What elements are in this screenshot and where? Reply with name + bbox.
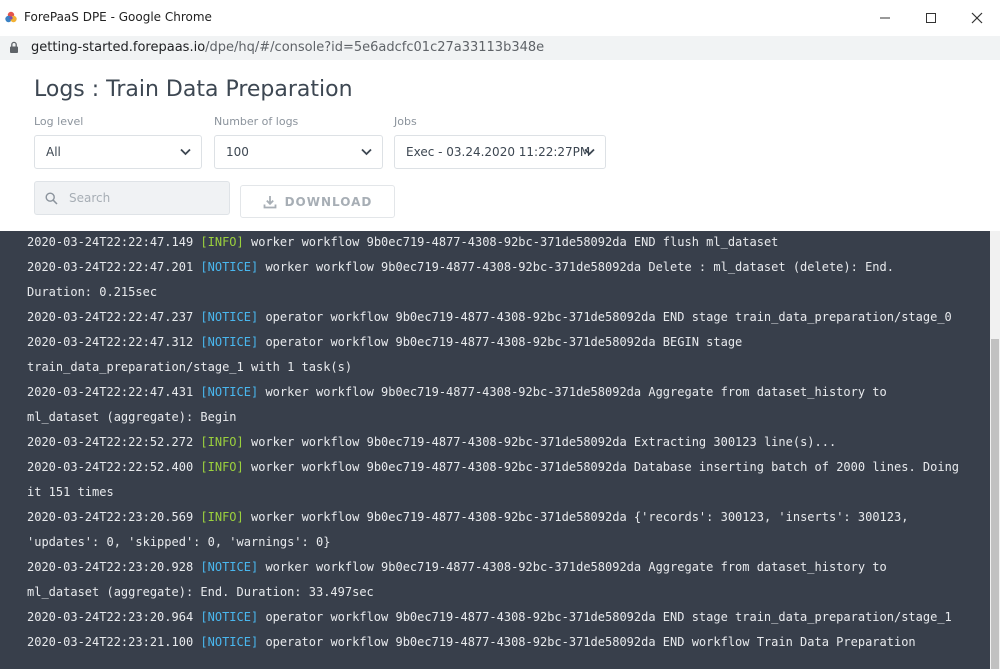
log-entry: 2020-03-24T22:23:20.569 [INFO] worker wo… <box>27 505 967 530</box>
window-title: ForePaaS DPE - Google Chrome <box>24 10 212 24</box>
download-icon <box>263 195 276 208</box>
log-message: worker workflow 9b0ec719-4877-4308-92bc-… <box>251 510 909 524</box>
log-level-select[interactable]: All <box>34 135 202 169</box>
maximize-icon <box>926 13 936 23</box>
number-of-logs-label: Number of logs <box>214 115 299 128</box>
log-entry: 2020-03-24T22:23:20.928 [NOTICE] worker … <box>27 555 967 580</box>
log-message: operator workflow 9b0ec719-4877-4308-92b… <box>265 635 916 649</box>
log-timestamp: 2020-03-24T22:22:47.312 <box>27 335 194 349</box>
log-level-tag: [NOTICE] <box>200 560 259 574</box>
log-timestamp: 2020-03-24T22:23:20.569 <box>27 510 194 524</box>
page-title: Logs : Train Data Preparation <box>34 77 353 102</box>
log-entry: 2020-03-24T22:22:47.312 [NOTICE] operato… <box>27 330 967 355</box>
log-timestamp: 2020-03-24T22:22:52.400 <box>27 460 194 474</box>
number-of-logs-value: 100 <box>226 145 249 159</box>
log-message: operator workflow 9b0ec719-4877-4308-92b… <box>265 310 952 324</box>
log-message: worker workflow 9b0ec719-4877-4308-92bc-… <box>265 560 887 574</box>
log-message: worker workflow 9b0ec719-4877-4308-92bc-… <box>251 435 837 449</box>
chevron-down-icon <box>361 148 372 156</box>
log-message-continuation: Duration: 0.215sec <box>27 285 158 299</box>
log-level-tag: [INFO] <box>200 510 244 524</box>
log-entry: 2020-03-24T22:22:47.149 [INFO] worker wo… <box>27 231 967 255</box>
log-level-tag: [NOTICE] <box>200 635 259 649</box>
jobs-label: Jobs <box>394 115 417 128</box>
log-timestamp: 2020-03-24T22:22:47.431 <box>27 385 194 399</box>
log-level-value: All <box>46 145 61 159</box>
search-input[interactable] <box>69 189 219 207</box>
log-entry: 2020-03-24T22:22:52.400 [INFO] worker wo… <box>27 455 967 480</box>
close-button[interactable] <box>954 0 1000 36</box>
url-path: /dpe/hq/#/console?id=5e6adcfc01c27a33113… <box>205 40 545 55</box>
log-level-tag: [INFO] <box>200 235 244 249</box>
search-icon <box>45 192 58 205</box>
log-timestamp: 2020-03-24T22:23:20.928 <box>27 560 194 574</box>
jobs-select[interactable]: Exec - 03.24.2020 11:22:27PM <box>394 135 606 169</box>
log-entry: 2020-03-24T22:22:47.431 [NOTICE] worker … <box>27 380 967 405</box>
log-message: worker workflow 9b0ec719-4877-4308-92bc-… <box>265 385 887 399</box>
url-text[interactable]: getting-started.forepaas.io/dpe/hq/#/con… <box>31 40 544 55</box>
download-label: DOWNLOAD <box>284 194 373 209</box>
search-box[interactable] <box>34 181 230 215</box>
log-message: operator workflow 9b0ec719-4877-4308-92b… <box>265 335 743 349</box>
chevron-down-icon <box>180 148 191 156</box>
log-level-label: Log level <box>34 115 84 128</box>
log-entry: 2020-03-24T22:23:21.100 [NOTICE] operato… <box>27 630 967 655</box>
log-level-tag: [NOTICE] <box>200 335 259 349</box>
address-bar[interactable]: getting-started.forepaas.io/dpe/hq/#/con… <box>0 36 1000 60</box>
log-level-tag: [NOTICE] <box>200 260 259 274</box>
log-timestamp: 2020-03-24T22:22:52.272 <box>27 435 194 449</box>
log-level-tag: [NOTICE] <box>200 610 259 624</box>
log-message: worker workflow 9b0ec719-4877-4308-92bc-… <box>251 235 779 249</box>
log-timestamp: 2020-03-24T22:22:47.149 <box>27 235 194 249</box>
log-level-tag: [INFO] <box>200 460 244 474</box>
log-level-tag: [NOTICE] <box>200 385 259 399</box>
jobs-value: Exec - 03.24.2020 11:22:27PM <box>406 145 591 159</box>
log-message-continuation: train_data_preparation/stage_1 with 1 ta… <box>27 360 353 374</box>
log-entry: 2020-03-24T22:22:47.201 [NOTICE] worker … <box>27 255 967 280</box>
log-message: worker workflow 9b0ec719-4877-4308-92bc-… <box>251 460 960 474</box>
log-console[interactable]: 2020-03-24T22:22:47.149 [INFO] worker wo… <box>0 231 990 669</box>
maximize-button[interactable] <box>908 0 954 36</box>
chevron-down-icon <box>584 148 595 156</box>
log-timestamp: 2020-03-24T22:22:47.201 <box>27 260 194 274</box>
window-titlebar: ForePaaS DPE - Google Chrome <box>0 0 1000 36</box>
log-message-continuation: ml_dataset (aggregate): Begin <box>27 410 237 424</box>
minimize-icon <box>880 17 890 19</box>
download-button[interactable]: DOWNLOAD <box>240 185 395 218</box>
log-message: operator workflow 9b0ec719-4877-4308-92b… <box>265 610 952 624</box>
number-of-logs-select[interactable]: 100 <box>214 135 383 169</box>
log-message: worker workflow 9b0ec719-4877-4308-92bc-… <box>265 260 894 274</box>
url-host: getting-started.forepaas.io <box>31 40 206 55</box>
log-timestamp: 2020-03-24T22:23:21.100 <box>27 635 194 649</box>
log-entry: 2020-03-24T22:23:20.964 [NOTICE] operato… <box>27 605 967 630</box>
minimize-button[interactable] <box>862 0 908 36</box>
log-timestamp: 2020-03-24T22:23:20.964 <box>27 610 194 624</box>
log-message-continuation: ml_dataset (aggregate): End. Duration: 3… <box>27 585 374 599</box>
log-message-continuation: it 151 times <box>27 485 114 499</box>
log-message-continuation: 'updates': 0, 'skipped': 0, 'warnings': … <box>27 535 331 549</box>
forepaas-app-icon <box>5 11 17 23</box>
console-scrollbar-thumb[interactable] <box>991 339 999 669</box>
log-level-tag: [INFO] <box>200 435 244 449</box>
log-level-tag: [NOTICE] <box>200 310 259 324</box>
log-timestamp: 2020-03-24T22:22:47.237 <box>27 310 194 324</box>
lock-icon <box>10 41 18 53</box>
log-entry: 2020-03-24T22:22:52.272 [INFO] worker wo… <box>27 430 967 455</box>
log-list: 2020-03-24T22:22:47.149 [INFO] worker wo… <box>27 231 967 655</box>
log-entry: 2020-03-24T22:22:47.237 [NOTICE] operato… <box>27 305 967 330</box>
close-icon <box>971 12 983 24</box>
